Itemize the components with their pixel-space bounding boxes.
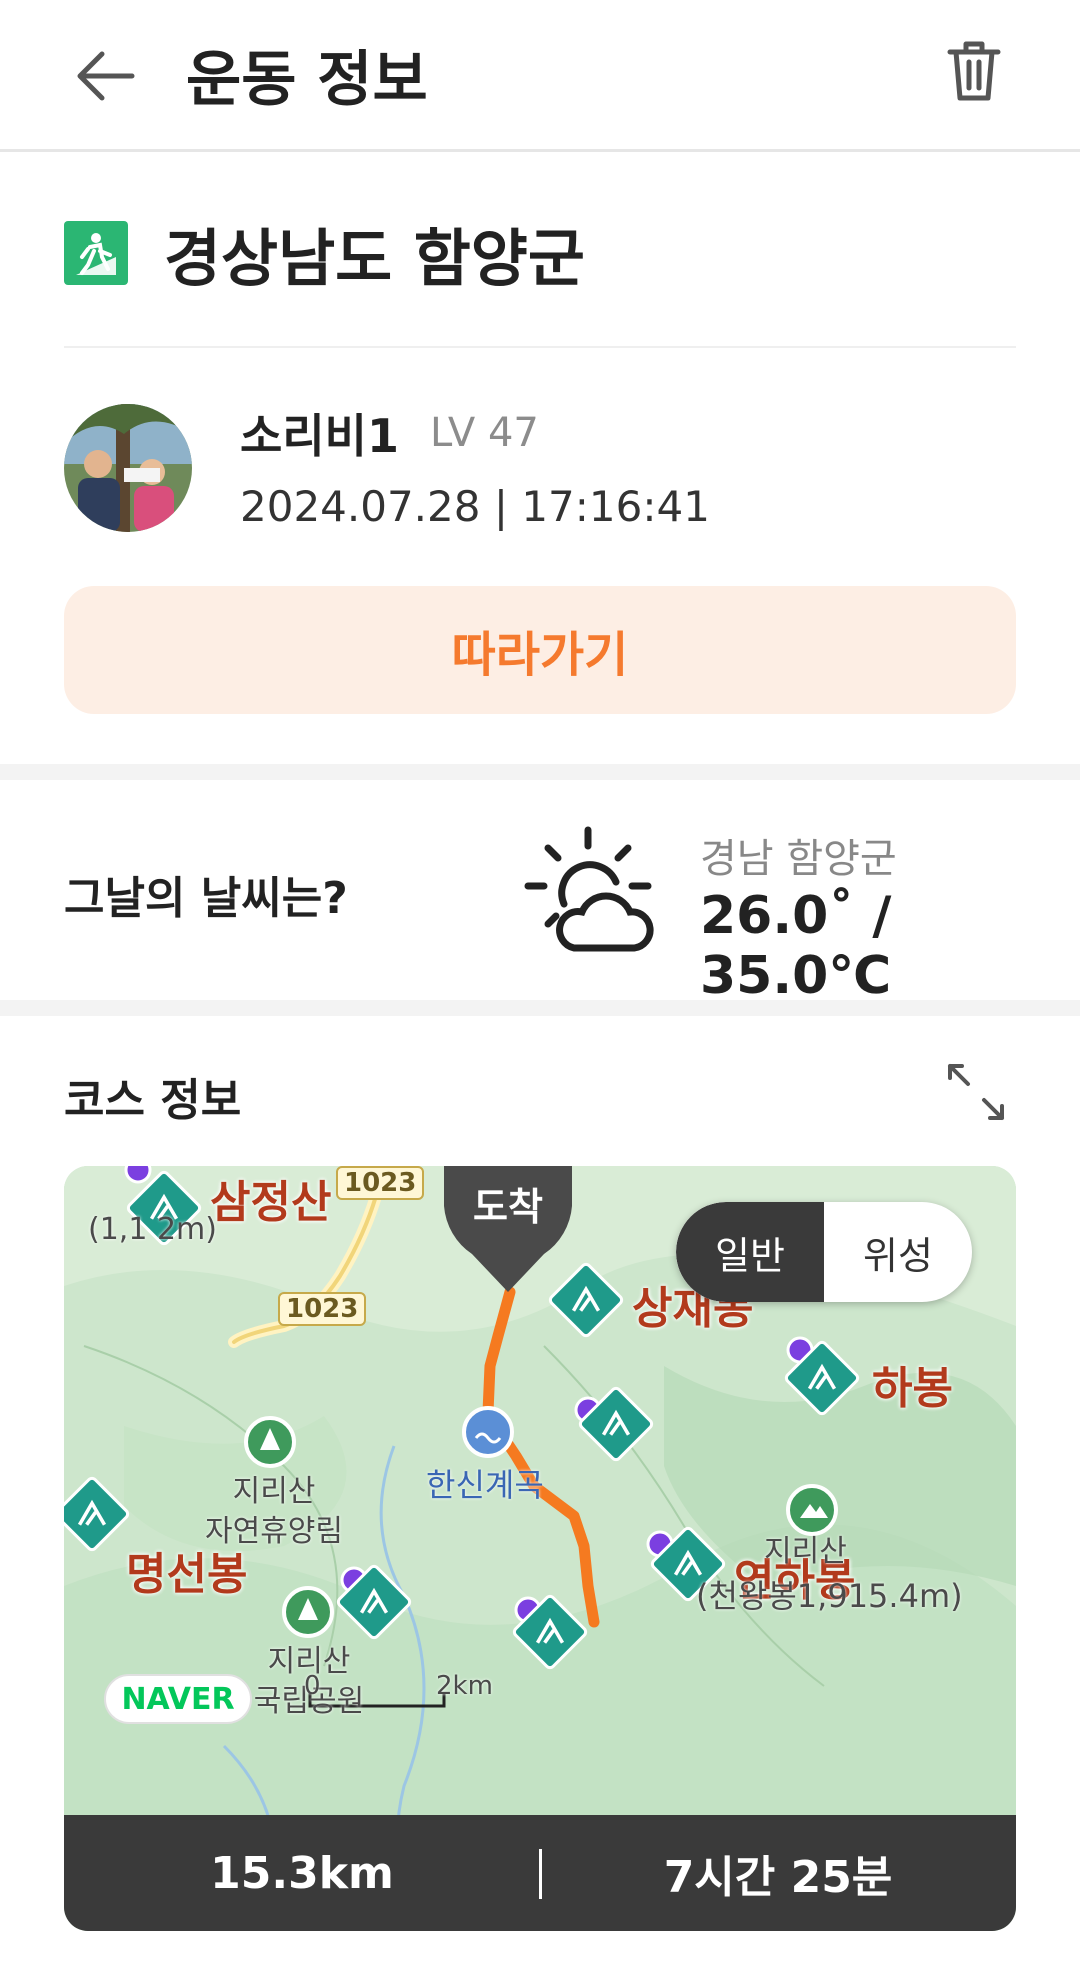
avatar[interactable] [64, 404, 192, 532]
road-number-label: 1023 [336, 1166, 425, 1200]
map-type-satellite[interactable]: 위성 [824, 1202, 972, 1302]
divider [64, 346, 1016, 348]
map-label-cheonwangbong-height: (천왕봉1,915.4m) [696, 1577, 963, 1615]
stats-divider [539, 1849, 542, 1899]
expand-button[interactable] [944, 1060, 1008, 1124]
expand-icon [948, 1064, 1004, 1120]
naver-logo: NAVER [104, 1674, 252, 1724]
hiking-icon [64, 221, 128, 285]
map-label-hansin-valley: 한신계곡 [426, 1466, 544, 1504]
map-label-jirisan-forest: 지리산 자연휴양림 [194, 1472, 354, 1552]
user-level: LV 47 [430, 410, 539, 456]
page-title: 운동 정보 [186, 45, 428, 115]
weather-temperature: 26.0˚ / 35.0℃ [700, 886, 892, 1006]
map-type-toggle[interactable]: 일반 위성 [676, 1202, 972, 1302]
app-header: 운동 정보 [0, 0, 1080, 152]
partly-cloudy-icon [524, 826, 654, 952]
activity-heading: 경상남도 함양군 [64, 208, 585, 298]
course-duration: 7시간 25분 [663, 1852, 893, 1903]
weather-question: 그날의 날씨는? [64, 873, 348, 924]
map-label-jirisan-forest-sub: 자연휴양림 [205, 1514, 343, 1549]
scale-start-label: 0 [304, 1671, 321, 1701]
course-distance: 15.3km [210, 1847, 394, 1899]
map-label-jirisan: 지리산 [764, 1534, 847, 1569]
map-label-samjeongsan-height: (1,1 2m) [88, 1212, 217, 1247]
road-number-label: 1023 [278, 1292, 367, 1326]
section-gap [0, 1000, 1080, 1016]
back-button[interactable] [72, 40, 152, 112]
course-title: 코스 정보 [64, 1075, 242, 1126]
delete-button[interactable] [944, 38, 1016, 114]
course-map[interactable]: 1023 1023 삼정산 (1,1 2m) 상재봉 하봉 명선봉 연하봉 (천… [64, 1166, 1016, 1931]
arrow-left-icon [77, 51, 135, 101]
map-label-samjeongsan: 삼정산 [210, 1177, 332, 1228]
arrival-pin-label: 도착 [473, 1185, 543, 1229]
weather-location: 경남 함양군 [700, 836, 897, 882]
map-label-habong: 하봉 [872, 1363, 953, 1414]
scale-end-label: 2km [436, 1671, 493, 1701]
map-type-normal[interactable]: 일반 [676, 1202, 824, 1302]
course-stats-bar: 15.3km 7시간 25분 [64, 1815, 1016, 1931]
activity-title: 경상남도 함양군 [164, 222, 585, 295]
user-name: 소리비1 [240, 409, 399, 463]
follow-button[interactable]: 따라가기 [64, 586, 1016, 714]
trash-icon [947, 41, 1001, 101]
activity-datetime: 2024.07.28 | 17:16:41 [240, 482, 710, 531]
section-gap [0, 764, 1080, 780]
map-label-jirisan-forest-name: 지리산 [232, 1474, 316, 1509]
